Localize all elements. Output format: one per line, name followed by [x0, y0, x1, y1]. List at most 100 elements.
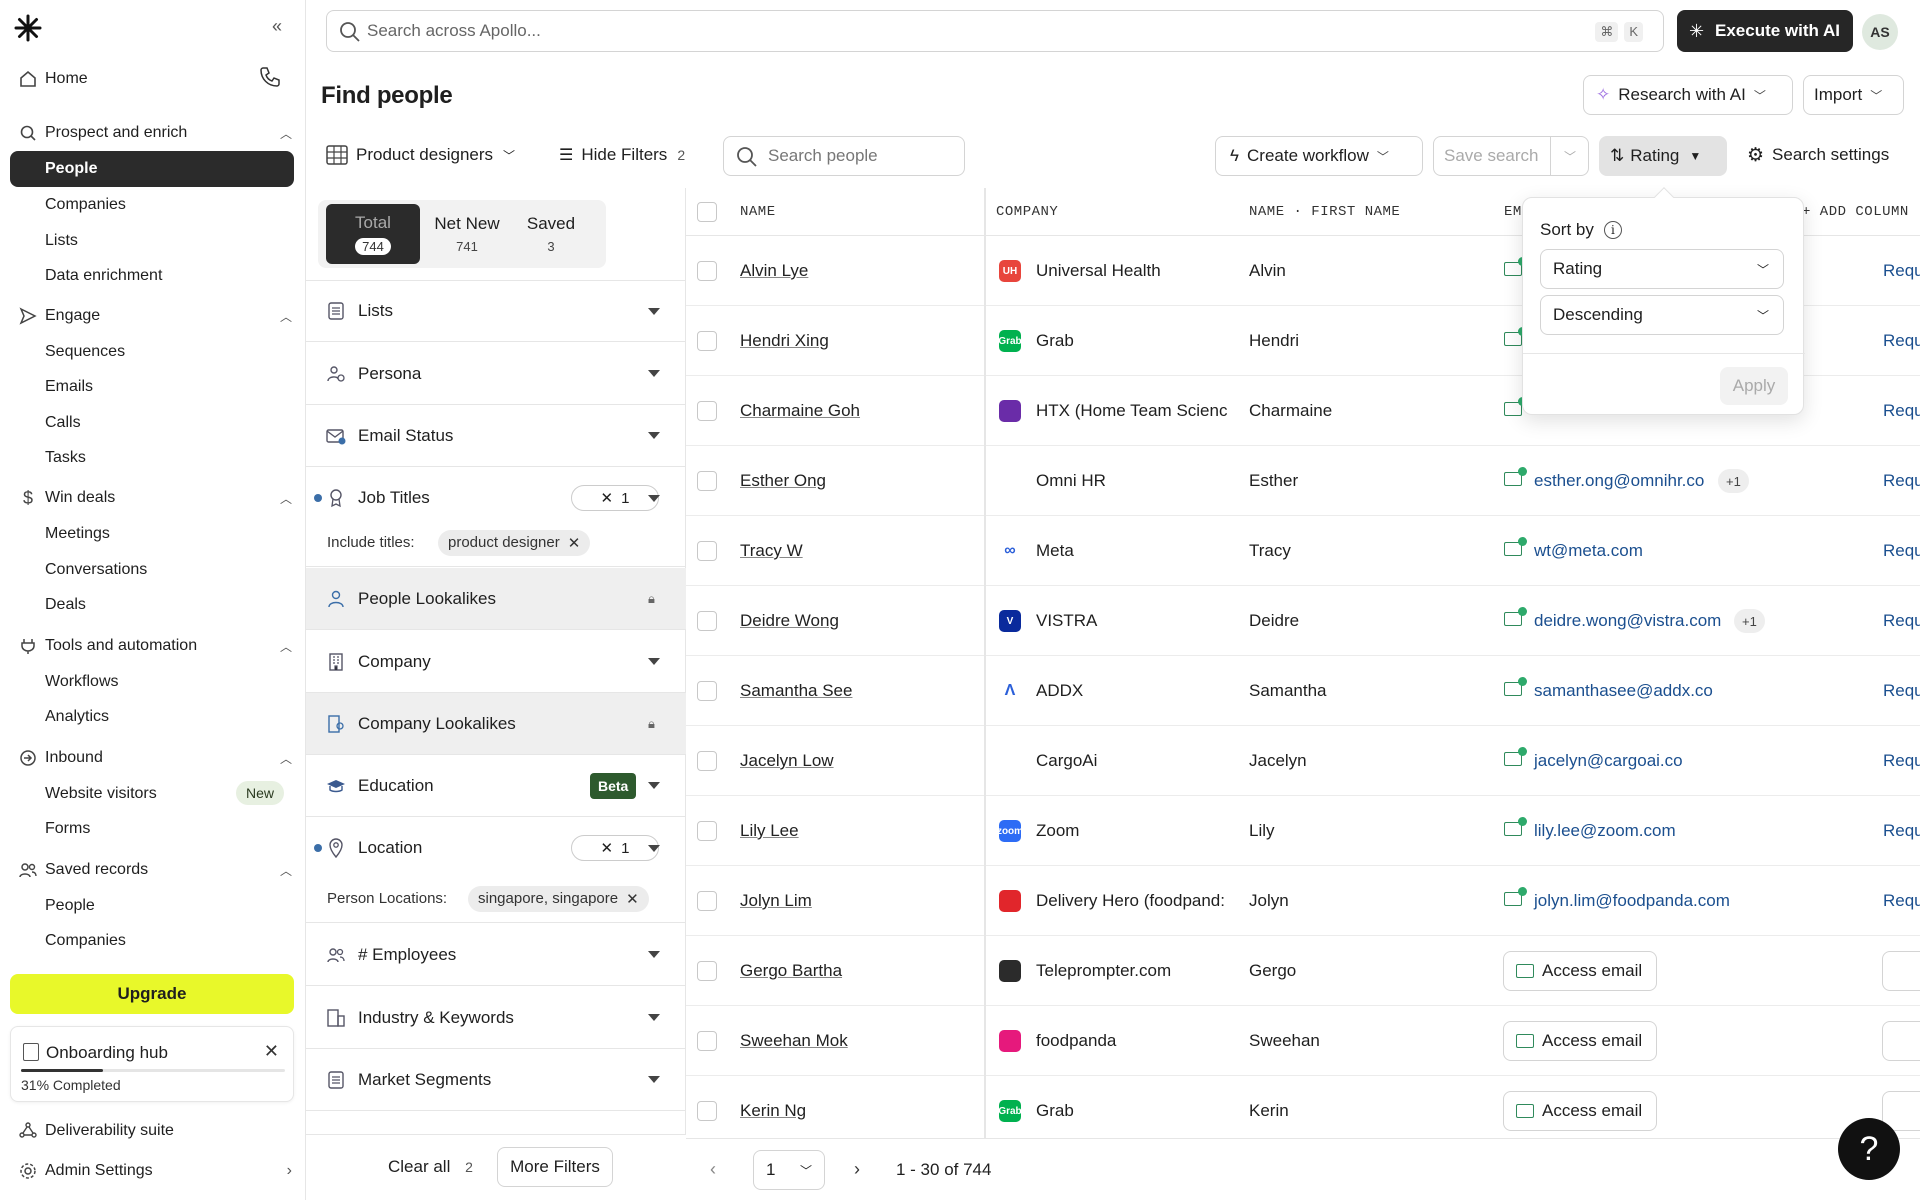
company-name[interactable]: Grab — [1036, 1101, 1236, 1121]
row-checkbox[interactable] — [697, 401, 717, 421]
access-phone-button[interactable] — [1882, 951, 1920, 991]
row-checkbox[interactable] — [697, 891, 717, 911]
filter-company-lookalikes[interactable]: Company Lookalikes 🔒︎ — [306, 693, 686, 755]
save-search-button[interactable]: Save search ﹀ — [1433, 136, 1589, 176]
row-checkbox[interactable] — [697, 1101, 717, 1121]
chevron-right-icon[interactable]: › — [287, 1162, 292, 1180]
collapse-sidebar-icon[interactable]: « — [272, 16, 282, 37]
company-name[interactable]: Omni HR — [1036, 471, 1236, 491]
hide-filters-button[interactable]: ☰ Hide Filters 2 — [559, 135, 685, 175]
more-filters-button[interactable]: More Filters — [497, 1147, 613, 1187]
table-row[interactable]: Esther Ong Omni HR Esther esther.ong@omnihr… — [686, 446, 1920, 516]
header-first-name[interactable]: NAME · FIRST NAME — [1249, 204, 1400, 220]
company-name[interactable]: CargoAi — [1036, 751, 1236, 771]
tab-net-new[interactable]: Net New 741 — [420, 204, 514, 264]
page-select[interactable]: 1 ﹀ — [753, 1150, 825, 1190]
avatar[interactable]: AS — [1862, 14, 1898, 50]
row-checkbox[interactable] — [697, 961, 717, 981]
request-phone-link[interactable]: Requ — [1883, 261, 1920, 281]
request-phone-link[interactable]: Requ — [1883, 681, 1920, 701]
request-phone-link[interactable]: Requ — [1883, 891, 1920, 911]
sort-field-select[interactable]: Rating ﹀ — [1540, 249, 1784, 289]
nav-tools[interactable]: Tools and automation ︿ — [0, 628, 306, 664]
create-workflow-button[interactable]: ϟ Create workflow ﹀ — [1215, 136, 1423, 176]
nav-forms[interactable]: Forms — [45, 814, 90, 844]
email-link[interactable]: wt@meta.com — [1534, 541, 1643, 561]
nav-prospect[interactable]: Prospect and enrich ︿ — [0, 115, 306, 151]
apollo-logo-icon[interactable] — [14, 14, 42, 42]
person-name-link[interactable]: Esther Ong — [740, 471, 826, 491]
row-checkbox[interactable] — [697, 681, 717, 701]
filter-location[interactable]: Location ✕ 1 — [306, 817, 686, 879]
table-row[interactable]: Lily Lee zoom Zoom Lily lily.lee@zoom.com Req… — [686, 796, 1920, 866]
nav-tasks[interactable]: Tasks — [45, 443, 86, 473]
email-link[interactable]: esther.ong@omnihr.co — [1534, 471, 1704, 491]
row-checkbox[interactable] — [697, 611, 717, 631]
nav-saved-records[interactable]: Saved records ︿ — [0, 852, 306, 888]
saved-view-dropdown[interactable]: Product designers ﹀ — [326, 135, 515, 175]
close-icon[interactable]: ✕ — [264, 1041, 279, 1062]
nav-saved-people[interactable]: People — [45, 891, 95, 921]
clear-all-button[interactable]: Clear all 2 — [388, 1157, 473, 1177]
email-link[interactable]: jacelyn@cargoai.co — [1534, 751, 1683, 771]
filter-market-segments[interactable]: Market Segments — [306, 1049, 686, 1111]
request-phone-link[interactable]: Requ — [1883, 611, 1920, 631]
nav-meetings[interactable]: Meetings — [45, 519, 110, 549]
nav-website-visitors[interactable]: Website visitors — [45, 779, 157, 809]
row-checkbox[interactable] — [697, 261, 717, 281]
person-name-link[interactable]: Deidre Wong — [740, 611, 839, 631]
person-name-link[interactable]: Lily Lee — [740, 821, 799, 841]
header-company[interactable]: COMPANY — [996, 204, 1058, 220]
filter-persona[interactable]: Persona — [306, 343, 686, 405]
person-name-link[interactable]: Alvin Lye — [740, 261, 808, 281]
nav-deliverability[interactable]: Deliverability suite — [0, 1113, 306, 1149]
row-checkbox[interactable] — [697, 821, 717, 841]
search-settings-button[interactable]: ⚙ Search settings — [1747, 135, 1889, 175]
nav-companies[interactable]: Companies — [45, 190, 126, 220]
row-checkbox[interactable] — [697, 331, 717, 351]
nav-saved-companies[interactable]: Companies — [45, 926, 126, 956]
add-column-button[interactable]: + ADD COLUMN — [1802, 204, 1909, 220]
table-row[interactable]: Deidre Wong V VISTRA Deidre deidre.wong@vist… — [686, 586, 1920, 656]
close-icon[interactable]: ✕ — [568, 534, 581, 552]
table-row[interactable]: Sweehan Mok foodpanda Sweehan Access email — [686, 1006, 1920, 1076]
chevron-up-icon[interactable]: ︿ — [280, 862, 292, 879]
person-name-link[interactable]: Jacelyn Low — [740, 751, 834, 771]
person-name-link[interactable]: Hendri Xing — [740, 331, 829, 351]
request-phone-link[interactable]: Requ — [1883, 331, 1920, 351]
person-name-link[interactable]: Gergo Bartha — [740, 961, 842, 981]
chevron-down-icon[interactable]: ﹀ — [1564, 148, 1576, 165]
search-people-input[interactable]: Search people — [723, 136, 965, 176]
onboarding-hub-card[interactable]: Onboarding hub ✕ 31% Completed — [10, 1026, 294, 1102]
upgrade-button[interactable]: Upgrade — [10, 974, 294, 1014]
request-phone-link[interactable]: Requ — [1883, 471, 1920, 491]
access-email-button[interactable]: Access email — [1503, 1021, 1657, 1061]
phone-icon[interactable] — [258, 65, 282, 94]
email-link[interactable]: deidre.wong@vistra.com — [1534, 611, 1721, 631]
nav-emails[interactable]: Emails — [45, 372, 93, 402]
email-link[interactable]: samanthasee@addx.co — [1534, 681, 1713, 701]
person-name-link[interactable]: Sweehan Mok — [740, 1031, 848, 1051]
nav-sequences[interactable]: Sequences — [45, 337, 125, 367]
nav-admin-settings[interactable]: Admin Settings › — [0, 1153, 306, 1189]
company-name[interactable]: Delivery Hero (foodpand: — [1036, 891, 1236, 911]
table-row[interactable]: Jacelyn Low CargoAi Jacelyn jacelyn@cargoai… — [686, 726, 1920, 796]
import-button[interactable]: Import ﹀ — [1803, 75, 1904, 115]
chevron-up-icon[interactable]: ︿ — [280, 750, 292, 767]
sort-button[interactable]: ⇅ Rating ▼ — [1599, 136, 1727, 176]
nav-analytics[interactable]: Analytics — [45, 702, 109, 732]
company-name[interactable]: Universal Health — [1036, 261, 1236, 281]
company-name[interactable]: Grab — [1036, 331, 1236, 351]
filter-company[interactable]: Company — [306, 631, 686, 693]
header-name[interactable]: NAME — [740, 204, 776, 220]
person-name-link[interactable]: Tracy W — [740, 541, 803, 561]
global-search-input[interactable]: Search across Apollo... ⌘ K — [326, 10, 1664, 52]
nav-conversations[interactable]: Conversations — [45, 555, 147, 585]
filter-lists[interactable]: Lists — [306, 280, 686, 342]
company-name[interactable]: Meta — [1036, 541, 1236, 561]
company-name[interactable]: foodpanda — [1036, 1031, 1236, 1051]
request-phone-link[interactable]: Requ — [1883, 401, 1920, 421]
include-title-chip[interactable]: product designer ✕ — [438, 529, 591, 556]
row-checkbox[interactable] — [697, 751, 717, 771]
chevron-up-icon[interactable]: ︿ — [280, 490, 292, 507]
